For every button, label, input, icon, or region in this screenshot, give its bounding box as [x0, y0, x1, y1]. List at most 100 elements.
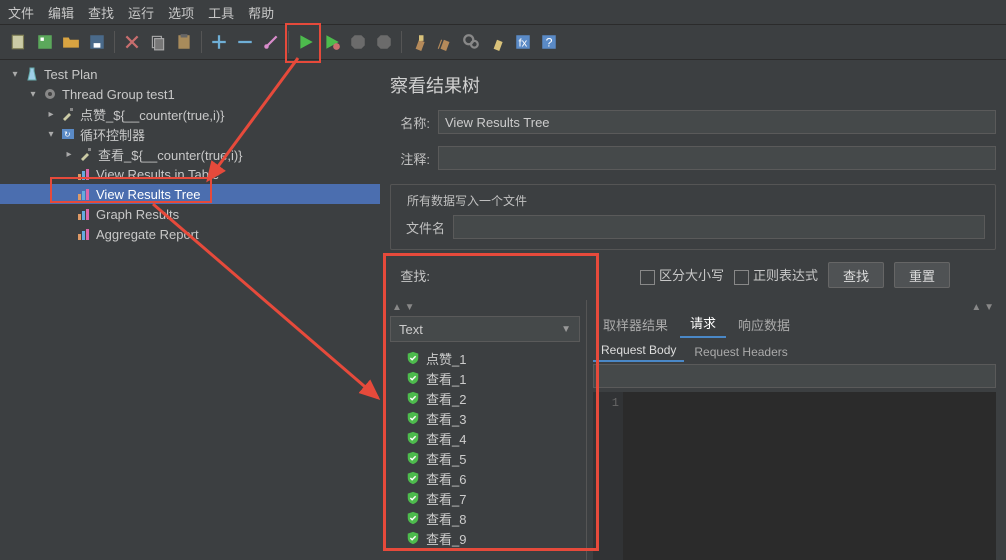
- listener-panel: 察看结果树 名称: View Results Tree 注释: 所有数据写入一个…: [380, 60, 1006, 560]
- menu-file[interactable]: 文件: [8, 3, 34, 22]
- tree-graph-results[interactable]: Graph Results: [0, 204, 380, 224]
- reset-button[interactable]: 重置: [894, 262, 950, 288]
- search-label: 查找:: [390, 266, 430, 285]
- success-shield-icon: [406, 511, 420, 525]
- tree-label: Test Plan: [44, 67, 97, 82]
- help-icon[interactable]: ?: [538, 31, 560, 53]
- tree-label: 点赞_${__counter(true,i)}: [80, 105, 225, 124]
- tree-aggregate-report[interactable]: Aggregate Report: [0, 224, 380, 244]
- file-group-label: 所有数据写入一个文件: [403, 192, 531, 209]
- menu-run[interactable]: 运行: [128, 3, 154, 22]
- menubar: 文件 编辑 查找 运行 选项 工具 帮助: [0, 0, 1006, 25]
- new-icon[interactable]: [8, 31, 30, 53]
- success-shield-icon: [406, 371, 420, 385]
- expand-icon[interactable]: [208, 31, 230, 53]
- cut-icon[interactable]: [121, 31, 143, 53]
- menu-edit[interactable]: 编辑: [48, 3, 74, 22]
- tree-sampler-1[interactable]: ▸ 点赞_${__counter(true,i)}: [0, 104, 380, 124]
- listener-icon: [76, 166, 92, 182]
- results-tree-pane: ▲ ▼ Text▼ 点赞_1查看_1查看_2查看_3查看_4查看_5查看_6查看…: [390, 300, 580, 560]
- filename-input[interactable]: [453, 215, 985, 239]
- menu-tools[interactable]: 工具: [208, 3, 234, 22]
- shutdown-icon[interactable]: [373, 31, 395, 53]
- search-button[interactable]: 查找: [828, 262, 884, 288]
- copy-icon[interactable]: [147, 31, 169, 53]
- tree-label: View Results in Table: [96, 167, 219, 182]
- open-icon[interactable]: [60, 31, 82, 53]
- svg-text:↻: ↻: [64, 130, 71, 139]
- chk-regex[interactable]: 正则表达式: [734, 265, 818, 284]
- listener-icon: [76, 186, 92, 202]
- request-body-editor[interactable]: 1: [593, 392, 996, 560]
- tree-loop-controller[interactable]: ▾ ↻ 循环控制器: [0, 124, 380, 144]
- success-shield-icon: [406, 451, 420, 465]
- templates-icon[interactable]: [34, 31, 56, 53]
- tree-sampler-2[interactable]: ▸ 查看_${__counter(true,i)}: [0, 144, 380, 164]
- toolbar: fx ?: [0, 25, 1006, 60]
- tree-view-results-tree[interactable]: View Results Tree: [0, 184, 380, 204]
- name-label: 名称:: [390, 113, 430, 132]
- test-plan-tree[interactable]: ▾ Test Plan ▾ Thread Group test1 ▸ 点赞_${…: [0, 60, 380, 560]
- collapse-icon[interactable]: [234, 31, 256, 53]
- result-item[interactable]: 查看_3: [406, 408, 580, 428]
- result-item[interactable]: 查看_9: [406, 528, 580, 548]
- result-item[interactable]: 查看_6: [406, 468, 580, 488]
- clear-icon[interactable]: [408, 31, 430, 53]
- tree-label: Thread Group test1: [62, 87, 175, 102]
- success-shield-icon: [406, 471, 420, 485]
- dropper-icon: [60, 106, 76, 122]
- clear-all-icon[interactable]: [434, 31, 456, 53]
- listener-icon: [76, 206, 92, 222]
- name-input[interactable]: View Results Tree: [438, 110, 996, 134]
- detail-search-input[interactable]: [593, 364, 996, 388]
- play-icon[interactable]: [295, 31, 317, 53]
- comment-label: 注释:: [390, 149, 430, 168]
- result-item[interactable]: 查看_1: [406, 368, 580, 388]
- tree-label: View Results Tree: [96, 187, 201, 202]
- chk-case[interactable]: 区分大小写: [640, 265, 724, 284]
- gear-icon: [42, 86, 58, 102]
- tab-request[interactable]: 请求: [680, 309, 726, 338]
- listener-icon: [76, 226, 92, 242]
- result-item[interactable]: 查看_2: [406, 388, 580, 408]
- results-detail-pane: ▲ ▼ 取样器结果 请求 响应数据 Request Body Request H…: [586, 300, 996, 560]
- save-icon[interactable]: [86, 31, 108, 53]
- svg-text:fx: fx: [519, 38, 528, 50]
- dropper-icon: [78, 146, 94, 162]
- menu-options[interactable]: 选项: [168, 3, 194, 22]
- success-shield-icon: [406, 491, 420, 505]
- play-notimer-icon[interactable]: [321, 31, 343, 53]
- tree-view-results-table[interactable]: View Results in Table: [0, 164, 380, 184]
- subtab-request-body[interactable]: Request Body: [593, 340, 684, 362]
- mini-arrows[interactable]: ▲ ▼: [390, 300, 580, 314]
- paste-icon[interactable]: [173, 31, 195, 53]
- result-item[interactable]: 查看_8: [406, 508, 580, 528]
- menu-find[interactable]: 查找: [88, 3, 114, 22]
- renderer-combo[interactable]: Text▼: [390, 316, 580, 342]
- find-icon[interactable]: [460, 31, 482, 53]
- reset-search-icon[interactable]: [486, 31, 508, 53]
- success-shield-icon: [406, 431, 420, 445]
- tree-label: 查看_${__counter(true,i)}: [98, 145, 243, 164]
- tree-label: Aggregate Report: [96, 227, 199, 242]
- toggle-icon[interactable]: [260, 31, 282, 53]
- menu-help[interactable]: 帮助: [248, 3, 274, 22]
- panel-title: 察看结果树: [390, 72, 996, 98]
- result-item[interactable]: 查看_7: [406, 488, 580, 508]
- function-icon[interactable]: fx: [512, 31, 534, 53]
- testplan-icon: [24, 66, 40, 82]
- svg-text:?: ?: [546, 36, 553, 50]
- result-item[interactable]: 查看_5: [406, 448, 580, 468]
- result-item[interactable]: 查看_4: [406, 428, 580, 448]
- stop-icon[interactable]: [347, 31, 369, 53]
- tree-thread-group[interactable]: ▾ Thread Group test1: [0, 84, 380, 104]
- tree-label: 循环控制器: [80, 125, 145, 144]
- result-item[interactable]: 点赞_1: [406, 348, 580, 368]
- subtab-request-headers[interactable]: Request Headers: [686, 342, 795, 362]
- loop-icon: ↻: [60, 126, 76, 142]
- success-shield-icon: [406, 351, 420, 365]
- comment-input[interactable]: [438, 146, 996, 170]
- tab-sampler-result[interactable]: 取样器结果: [593, 311, 678, 338]
- tab-response[interactable]: 响应数据: [728, 311, 800, 338]
- tree-test-plan[interactable]: ▾ Test Plan: [0, 64, 380, 84]
